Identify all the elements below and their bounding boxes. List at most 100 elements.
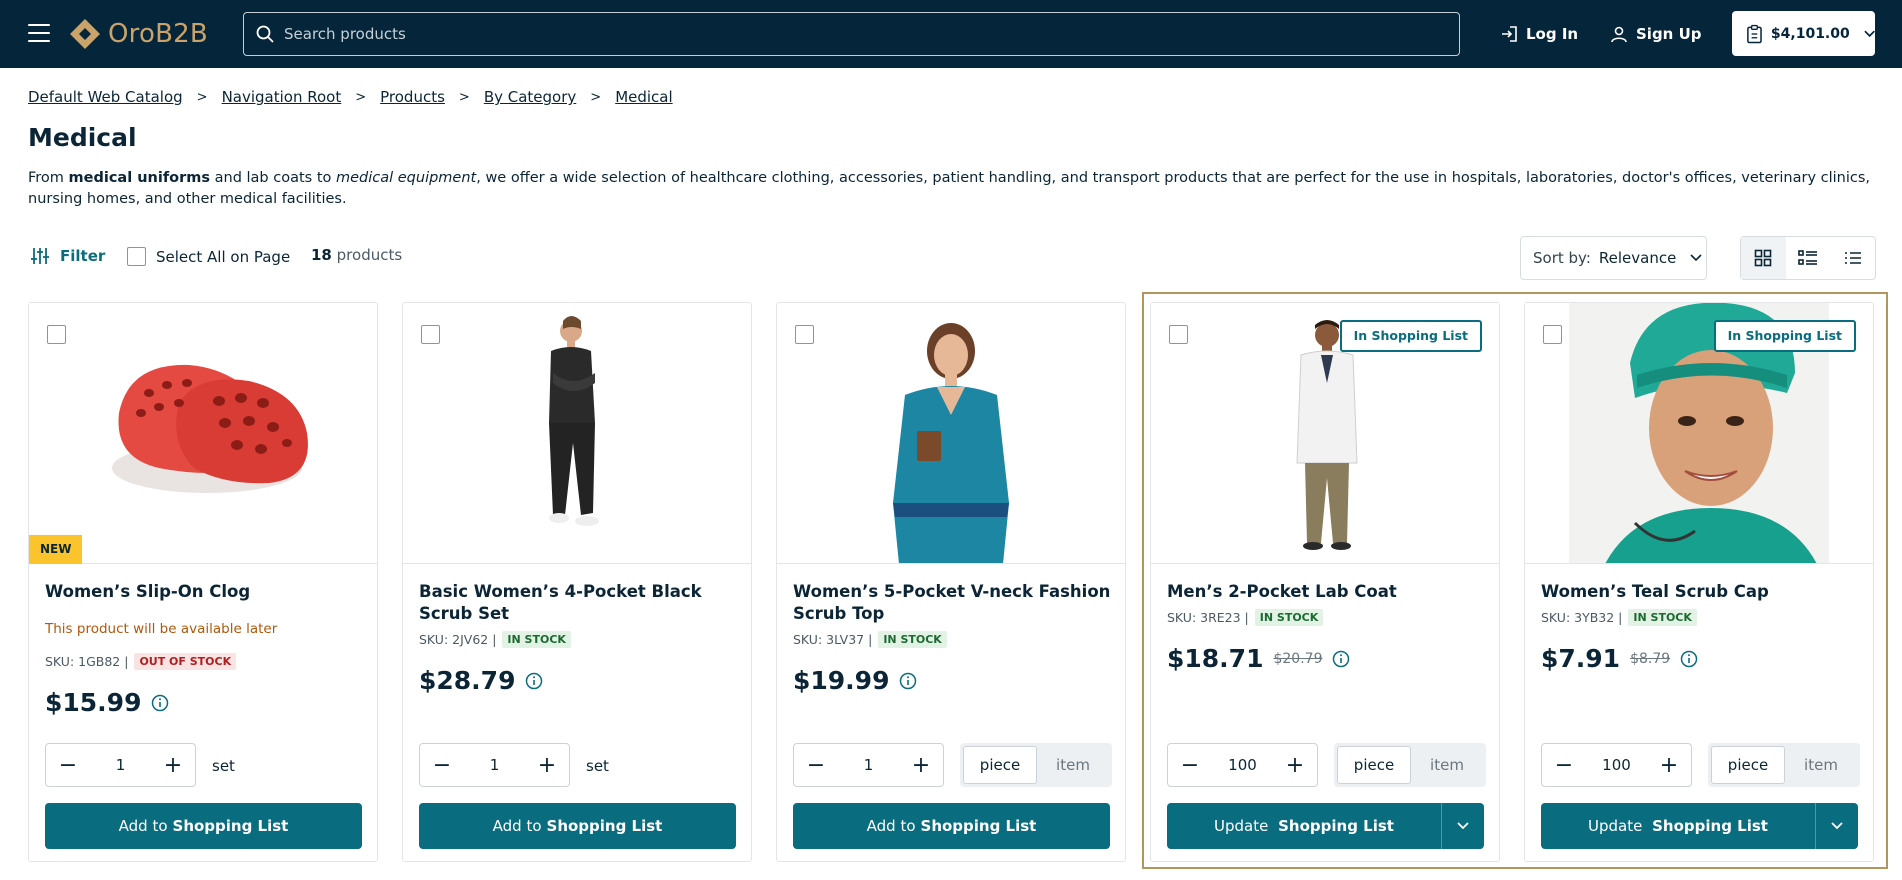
product-checkbox[interactable] xyxy=(1169,325,1188,344)
product-name[interactable]: Women’s Slip-On Clog xyxy=(45,581,365,603)
unit-option-piece[interactable]: piece xyxy=(1337,746,1411,784)
quantity-value[interactable]: 1 xyxy=(490,756,500,774)
info-icon[interactable] xyxy=(525,672,543,690)
scrub-set-image xyxy=(549,316,599,526)
unit-option-piece[interactable]: piece xyxy=(963,746,1037,784)
availability-note: This product will be available later xyxy=(45,621,278,637)
login-icon xyxy=(1502,26,1517,42)
unit-option-piece[interactable]: piece xyxy=(1711,746,1785,784)
filter-button[interactable]: Filter xyxy=(30,246,105,266)
compact-view-button[interactable] xyxy=(1830,237,1875,279)
quantity-value[interactable]: 100 xyxy=(1602,756,1631,774)
quantity-stepper: − 1 + xyxy=(793,743,944,787)
unit-option-item[interactable]: item xyxy=(1785,746,1857,784)
logo-mark-icon xyxy=(70,19,100,49)
quantity-stepper: − 100 + xyxy=(1167,743,1318,787)
product-price: $18.71 $20.79 xyxy=(1167,644,1350,673)
plus-icon[interactable]: + xyxy=(1659,753,1679,778)
old-price: $8.79 xyxy=(1630,650,1671,667)
in-shopping-list-badge[interactable]: In Shopping List xyxy=(1713,320,1856,352)
minus-icon[interactable]: − xyxy=(806,753,826,778)
product-checkbox[interactable] xyxy=(1543,325,1562,344)
breadcrumb-separator-icon: > xyxy=(590,89,602,105)
checkbox[interactable] xyxy=(127,247,146,266)
product-image[interactable] xyxy=(29,303,377,564)
quantity-value[interactable]: 1 xyxy=(116,756,126,774)
info-icon[interactable] xyxy=(1680,650,1698,668)
product-checkbox[interactable] xyxy=(795,325,814,344)
update-shopping-list-button[interactable]: Update Shopping List xyxy=(1167,803,1484,849)
breadcrumb-link[interactable]: By Category xyxy=(484,88,576,106)
in-shopping-list-badge[interactable]: In Shopping List xyxy=(1339,320,1482,352)
scrub-top-image xyxy=(893,323,1009,563)
grid-icon xyxy=(1755,249,1772,267)
category-description: From medical uniforms and lab coats to m… xyxy=(28,170,1871,207)
update-shopping-list-button[interactable]: Update Shopping List xyxy=(1541,803,1858,849)
logo[interactable]: OroB2B xyxy=(68,17,208,51)
login-link[interactable]: Log In xyxy=(1500,22,1578,46)
menu-icon[interactable] xyxy=(28,24,50,42)
plus-icon[interactable]: + xyxy=(163,753,183,778)
quantity-value[interactable]: 1 xyxy=(864,756,874,774)
shopping-list-dropdown-toggle[interactable] xyxy=(1441,803,1484,849)
unit-option-item[interactable]: item xyxy=(1411,746,1483,784)
product-sku: SKU: 3LV37 | IN STOCK xyxy=(793,631,947,648)
product-card: Basic Women’s 4-Pocket Black Scrub Set S… xyxy=(402,302,752,862)
breadcrumb-link[interactable]: Products xyxy=(380,88,445,106)
breadcrumb-separator-icon: > xyxy=(355,89,367,105)
product-image[interactable] xyxy=(403,303,751,564)
list-view-button[interactable] xyxy=(1786,237,1831,279)
search-input[interactable] xyxy=(284,25,1384,43)
minus-icon[interactable]: − xyxy=(432,753,452,778)
product-card: NEW Women’s Slip-On Clog This product wi… xyxy=(28,302,378,862)
clog-image xyxy=(112,364,308,493)
info-icon[interactable] xyxy=(1332,650,1350,668)
product-checkbox[interactable] xyxy=(421,325,440,344)
product-checkbox[interactable] xyxy=(47,325,66,344)
chevron-down-icon xyxy=(1831,822,1843,830)
product-count: 18 products xyxy=(311,246,403,264)
add-to-shopping-list-button[interactable]: Add to Shopping List xyxy=(419,803,736,849)
info-icon[interactable] xyxy=(899,672,917,690)
plus-icon[interactable]: + xyxy=(1285,753,1305,778)
product-name[interactable]: Men’s 2-Pocket Lab Coat xyxy=(1167,581,1487,603)
minus-icon[interactable]: − xyxy=(1554,753,1574,778)
product-price: $19.99 xyxy=(793,666,917,695)
sort-dropdown[interactable]: Sort by: Relevance xyxy=(1520,236,1707,280)
add-to-shopping-list-button[interactable]: Add to Shopping List xyxy=(793,803,1110,849)
shopping-list-dropdown-toggle[interactable] xyxy=(1815,803,1858,849)
plus-icon[interactable]: + xyxy=(911,753,931,778)
breadcrumb-link[interactable]: Medical xyxy=(615,88,672,106)
select-all-checkbox[interactable]: Select All on Page xyxy=(127,247,290,266)
product-name[interactable]: Women’s 5-Pocket V-neck Fashion Scrub To… xyxy=(793,581,1113,625)
compact-list-icon xyxy=(1844,252,1861,264)
search-box[interactable] xyxy=(243,12,1460,56)
product-name[interactable]: Women’s Teal Scrub Cap xyxy=(1541,581,1861,603)
product-sku: SKU: 1GB82 | OUT OF STOCK xyxy=(45,653,237,670)
quantity-value[interactable]: 100 xyxy=(1228,756,1257,774)
breadcrumb-link[interactable]: Navigation Root xyxy=(222,88,342,106)
breadcrumb-separator-icon: > xyxy=(196,89,208,105)
product-sku: SKU: 3RE23 | IN STOCK xyxy=(1167,609,1324,626)
filter-icon xyxy=(31,248,49,264)
breadcrumb-link[interactable]: Default Web Catalog xyxy=(28,88,183,106)
product-image[interactable] xyxy=(777,303,1125,564)
product-name[interactable]: Basic Women’s 4-Pocket Black Scrub Set xyxy=(419,581,739,625)
quantity-stepper: − 1 + xyxy=(45,743,196,787)
minus-icon[interactable]: − xyxy=(58,753,78,778)
logo-text: OroB2B xyxy=(108,19,208,49)
plus-icon[interactable]: + xyxy=(537,753,557,778)
product-sku: SKU: 3YB32 | IN STOCK xyxy=(1541,609,1697,626)
info-icon[interactable] xyxy=(151,694,169,712)
grid-view-button[interactable] xyxy=(1741,237,1786,279)
cart-total: $4,101.00 xyxy=(1770,25,1850,42)
status-badge: IN STOCK xyxy=(1254,609,1324,626)
minus-icon[interactable]: − xyxy=(1180,753,1200,778)
add-to-shopping-list-button[interactable]: Add to Shopping List xyxy=(45,803,362,849)
breadcrumb-separator-icon: > xyxy=(458,89,470,105)
cart-button[interactable]: $4,101.00 xyxy=(1732,11,1875,56)
product-price: $28.79 xyxy=(419,666,543,695)
unit-option-item[interactable]: item xyxy=(1037,746,1109,784)
signup-link[interactable]: Sign Up xyxy=(1610,22,1702,46)
user-icon xyxy=(1611,26,1627,43)
